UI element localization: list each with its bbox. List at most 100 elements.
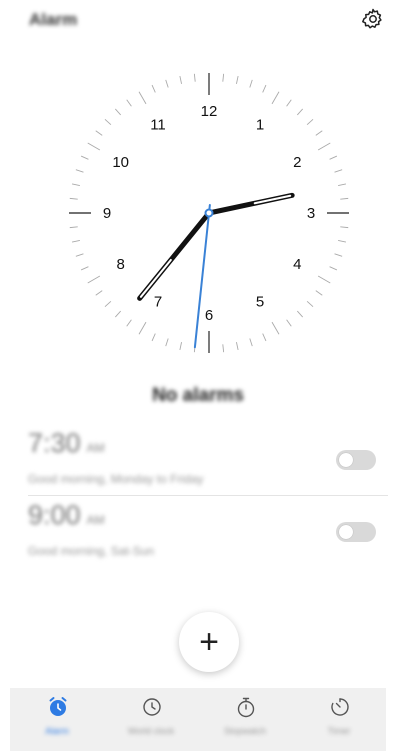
alarm-ampm: AM bbox=[86, 441, 105, 455]
clock-tick bbox=[340, 197, 349, 200]
tab-alarm[interactable]: Alarm bbox=[10, 688, 104, 751]
clock-tick bbox=[334, 253, 343, 257]
clock-number: 1 bbox=[256, 117, 264, 134]
divider bbox=[28, 495, 388, 496]
clock-tick bbox=[114, 108, 122, 116]
settings-gear-icon[interactable] bbox=[361, 7, 385, 31]
clock-tick bbox=[114, 310, 122, 318]
clock-tick bbox=[71, 240, 80, 243]
clock-tick bbox=[87, 275, 101, 284]
clock-tick bbox=[262, 333, 267, 342]
clock-tick bbox=[69, 226, 78, 229]
alarm-description: Good morning, Monday to Friday bbox=[28, 472, 204, 486]
clock-tick bbox=[193, 73, 196, 82]
clock-tick bbox=[95, 130, 103, 136]
clock-tick bbox=[138, 321, 147, 335]
tab-stopwatch[interactable]: Stopwatch bbox=[198, 688, 292, 751]
add-alarm-button[interactable]: + bbox=[179, 612, 239, 672]
clock-number: 2 bbox=[293, 154, 301, 171]
clock-tick bbox=[286, 319, 292, 327]
clock-tick bbox=[222, 73, 225, 82]
clock-tick bbox=[329, 266, 338, 271]
alarm-item[interactable]: 9:00 AM Good morning, Sat-Sun bbox=[28, 500, 388, 570]
clock-tick bbox=[338, 183, 347, 186]
clock-tick bbox=[165, 338, 169, 347]
clock-tick bbox=[236, 75, 239, 84]
clock-tick bbox=[286, 99, 292, 107]
clock-tick bbox=[329, 155, 338, 160]
clock-tick bbox=[296, 108, 304, 116]
clock-tick bbox=[179, 342, 182, 351]
clock-number: 8 bbox=[116, 256, 124, 273]
clock-number: 10 bbox=[112, 154, 129, 171]
clock-tick bbox=[271, 91, 280, 105]
clock-number: 5 bbox=[256, 293, 264, 310]
toggle-knob bbox=[339, 453, 353, 467]
clock-tick bbox=[249, 338, 253, 347]
clock-tick bbox=[271, 321, 280, 335]
clock-center-pin bbox=[204, 208, 214, 218]
page-title: Alarm bbox=[29, 10, 78, 29]
clock-number: 9 bbox=[103, 205, 111, 222]
alarm-clock-icon bbox=[49, 697, 67, 716]
clock-tick bbox=[151, 333, 156, 342]
clock-hands bbox=[137, 192, 295, 349]
clock-tick bbox=[95, 290, 103, 296]
no-alarms-label: No alarms bbox=[152, 385, 244, 406]
clock-tick bbox=[317, 142, 331, 151]
stopwatch-icon bbox=[237, 697, 255, 718]
clock-tick bbox=[69, 197, 78, 200]
tab-world-clock[interactable]: World clock bbox=[104, 688, 198, 751]
clock-number: 12 bbox=[201, 103, 218, 120]
clock-tick bbox=[151, 84, 156, 93]
clock-tick bbox=[338, 240, 347, 243]
clock-tick bbox=[296, 310, 304, 318]
hour-hand-highlight bbox=[253, 194, 292, 205]
clock-tick bbox=[71, 183, 80, 186]
app-header: Alarm bbox=[0, 0, 396, 44]
alarm-time: 7:30 AM bbox=[28, 428, 105, 459]
clock-tick bbox=[126, 99, 132, 107]
alarm-time: 9:00 AM bbox=[28, 500, 105, 531]
alarm-time-value: 7:30 bbox=[28, 428, 81, 458]
clock-tick bbox=[165, 79, 169, 88]
bottom-tab-bar: Alarm World clock Stopwatch Timer bbox=[10, 688, 386, 751]
alarm-item[interactable]: 7:30 AM Good morning, Monday to Friday bbox=[28, 428, 388, 498]
clock-number: 7 bbox=[154, 293, 162, 310]
clock-tick bbox=[306, 300, 314, 308]
clock-tick bbox=[315, 290, 323, 296]
toggle-knob bbox=[339, 525, 353, 539]
clock-tick bbox=[87, 142, 101, 151]
clock-tick bbox=[179, 75, 182, 84]
clock-tick bbox=[104, 118, 112, 126]
clock-tick bbox=[334, 169, 343, 173]
clock-tick bbox=[75, 253, 84, 257]
tab-label: Timer bbox=[327, 726, 351, 736]
clock-tick bbox=[236, 342, 239, 351]
clock-number: 3 bbox=[307, 205, 315, 222]
clock-icon bbox=[143, 698, 161, 716]
alarm-toggle[interactable] bbox=[336, 522, 376, 542]
clock-tick bbox=[315, 130, 323, 136]
clock-tick bbox=[75, 169, 84, 173]
clock-tick bbox=[80, 155, 89, 160]
clock-tick bbox=[340, 226, 349, 229]
clock-tick bbox=[222, 344, 225, 353]
clock-number: 11 bbox=[150, 117, 166, 134]
clock-tick bbox=[138, 91, 147, 105]
tab-timer[interactable]: Timer bbox=[292, 688, 386, 751]
alarm-description: Good morning, Sat-Sun bbox=[28, 544, 155, 558]
tab-label: Stopwatch bbox=[223, 726, 267, 736]
tab-label: World clock bbox=[127, 726, 175, 736]
analog-clock: 12 1 2 3 4 5 6 7 8 9 10 11 bbox=[64, 68, 354, 358]
alarm-toggle[interactable] bbox=[336, 450, 376, 470]
clock-tick bbox=[317, 275, 331, 284]
timer-icon bbox=[331, 698, 349, 716]
alarm-time-value: 9:00 bbox=[28, 500, 81, 530]
minute-hand-highlight bbox=[139, 258, 172, 298]
tab-label: Alarm bbox=[45, 726, 69, 736]
clock-number: 6 bbox=[205, 307, 213, 324]
clock-tick bbox=[80, 266, 89, 271]
clock-tick bbox=[126, 319, 132, 327]
clock-tick bbox=[306, 118, 314, 126]
